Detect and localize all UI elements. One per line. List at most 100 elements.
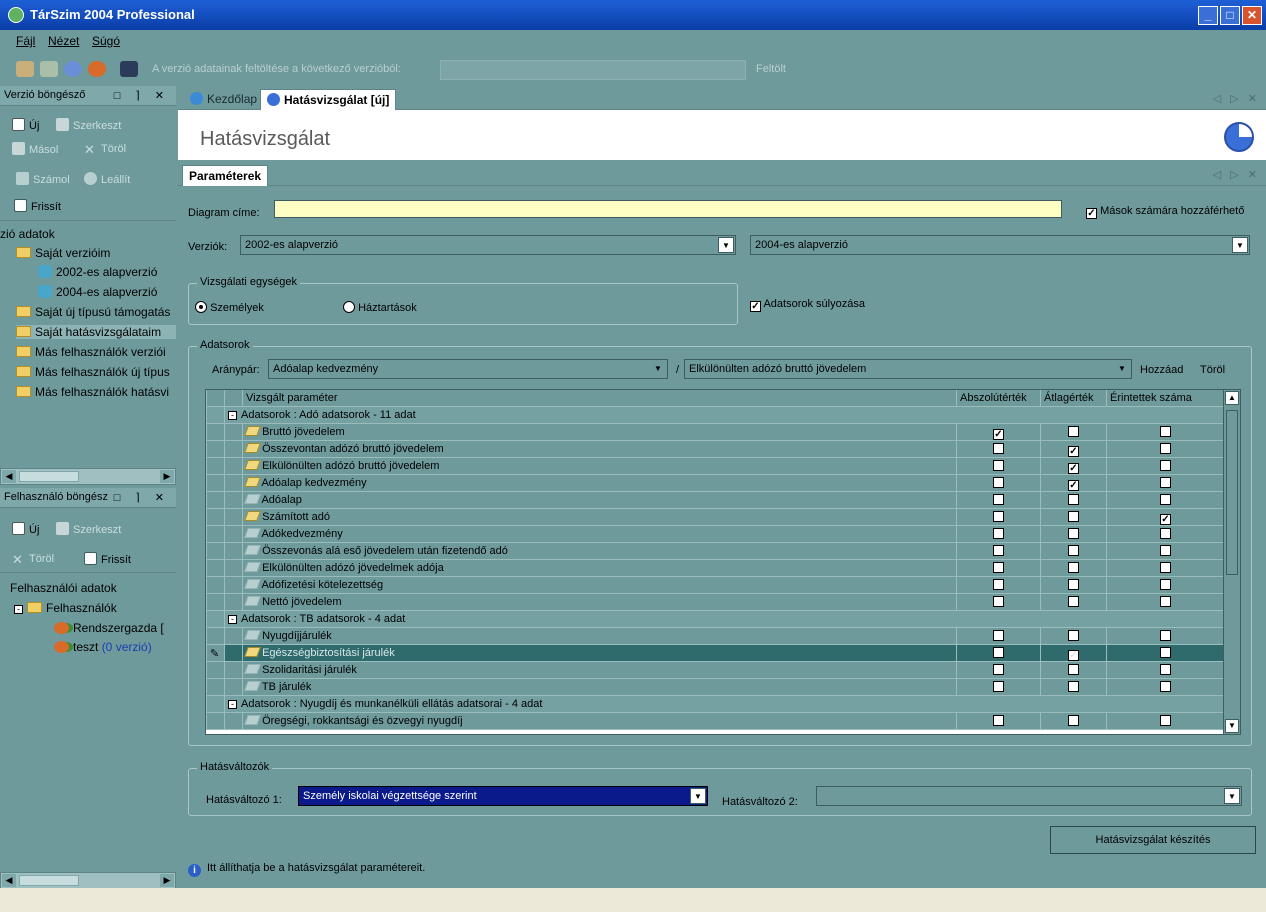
checkbox-icon[interactable]	[993, 443, 1004, 454]
version-delete-button[interactable]: ✕ Töröl	[84, 142, 126, 157]
versions-icon[interactable]	[16, 61, 34, 77]
checkbox-icon[interactable]	[993, 477, 1004, 488]
checkbox-icon[interactable]	[993, 647, 1004, 658]
checkbox-checked-icon[interactable]: ✓	[1086, 208, 1097, 219]
dropdown-arrow-icon[interactable]: ▼	[690, 788, 706, 804]
checkbox-icon[interactable]	[993, 494, 1004, 505]
table-row[interactable]: Bruttó jövedelem ✓	[206, 424, 1224, 441]
tree-item-2004[interactable]: 2004-es alapverzió	[38, 285, 157, 299]
scroll-right-icon[interactable]: ▶	[160, 874, 174, 887]
checkbox-icon[interactable]	[1160, 562, 1171, 573]
scroll-right-icon[interactable]: ▶	[160, 470, 174, 483]
group-row[interactable]: - Adatsorok : Nyugdíj és munkanélküli ell…	[206, 696, 1224, 713]
group-row[interactable]: - Adatsorok : Adó adatsorok - 11 adat	[206, 407, 1224, 424]
collapse-icon[interactable]: -	[228, 615, 237, 624]
version-new-button[interactable]: Új	[12, 118, 39, 132]
checkbox-checked-icon[interactable]: ✓	[1068, 463, 1079, 474]
dropdown-arrow-icon[interactable]: ▼	[1114, 361, 1130, 377]
menu-help[interactable]: Súgó	[92, 34, 120, 48]
subtab-nav-buttons[interactable]: ◁ ▷ ✕	[1213, 168, 1260, 181]
checkbox-icon[interactable]	[993, 681, 1004, 692]
checkbox-icon[interactable]	[1160, 477, 1171, 488]
minimize-button[interactable]: _	[1198, 6, 1218, 25]
checkbox-icon[interactable]	[1068, 579, 1079, 590]
tab-parameters[interactable]: Paraméterek	[182, 165, 269, 186]
tree-item-own-versions[interactable]: Saját verzióim	[16, 246, 110, 260]
version-refresh-button[interactable]: Frissít	[14, 199, 61, 213]
checkbox-icon[interactable]	[993, 715, 1004, 726]
diagram-title-input[interactable]	[274, 200, 1062, 218]
scroll-up-icon[interactable]: ▲	[1225, 391, 1239, 405]
dropdown-arrow-icon[interactable]: ▼	[718, 237, 734, 253]
document-icon[interactable]	[40, 61, 58, 77]
checkbox-icon[interactable]	[1160, 494, 1171, 505]
tree-item-teszt[interactable]: teszt (0 verzió)	[54, 640, 152, 654]
user-edit-button[interactable]: Szerkeszt	[56, 522, 121, 536]
version-tree-hscroll[interactable]: ◀ ▶	[0, 468, 176, 485]
version1-select[interactable]: 2002-es alapverzió ▼	[240, 235, 736, 255]
upload-button[interactable]: Feltölt	[756, 63, 786, 75]
collapse-icon[interactable]: -	[228, 411, 237, 420]
scroll-left-icon[interactable]: ◀	[2, 874, 16, 887]
tab-impact-analysis[interactable]: Hatásvizsgálat [új]	[260, 89, 397, 110]
checkbox-icon[interactable]	[1160, 426, 1171, 437]
effect1-select[interactable]: Személy iskolai végzettsége szerint ▼	[298, 786, 708, 806]
edit-pencil-icon[interactable]: ✎	[210, 648, 219, 660]
checkbox-icon[interactable]	[1068, 715, 1079, 726]
checkbox-checked-icon[interactable]: ✓	[1068, 480, 1079, 491]
calc-button[interactable]: Számol	[16, 172, 70, 186]
tree-item-others-impact[interactable]: Más felhasználók hatásvi	[16, 385, 169, 399]
tab-nav-buttons[interactable]: ◁ ▷ ✕	[1213, 92, 1260, 105]
radio-icon[interactable]	[343, 301, 355, 313]
checkbox-checked-icon[interactable]: ✓	[1068, 446, 1079, 457]
checkbox-icon[interactable]	[1160, 443, 1171, 454]
tree-item-others-versions[interactable]: Más felhasználók verziói	[16, 345, 166, 359]
menu-file[interactable]: Fájl	[16, 34, 35, 48]
make-analysis-button[interactable]: Hatásvizsgálat készítés	[1050, 826, 1256, 854]
user-refresh-button[interactable]: Frissít	[84, 552, 131, 566]
checkbox-icon[interactable]	[1068, 562, 1079, 573]
checkbox-icon[interactable]	[993, 545, 1004, 556]
grid-vscroll[interactable]: ▲ ▼	[1223, 390, 1240, 734]
scroll-down-icon[interactable]: ▼	[1225, 719, 1239, 733]
tree-item-own-support[interactable]: Saját új típusú támogatás	[16, 305, 170, 319]
tree-item-users[interactable]: - Felhasználók	[14, 601, 117, 615]
table-row[interactable]: Adófizetési kötelezettség	[206, 577, 1224, 594]
checkbox-icon[interactable]	[1068, 681, 1079, 692]
users-icon[interactable]	[88, 61, 106, 77]
table-row[interactable]: Adóalap	[206, 492, 1224, 509]
chart-icon[interactable]	[64, 61, 82, 77]
checkbox-icon[interactable]	[1068, 426, 1079, 437]
table-row[interactable]: ✎ Egészségbiztosítási járulék ✓	[206, 645, 1224, 662]
dropdown-arrow-icon[interactable]: ▼	[650, 361, 666, 377]
checkbox-icon[interactable]	[1160, 460, 1171, 471]
checkbox-checked-icon[interactable]: ✓	[1160, 514, 1171, 525]
table-row[interactable]: Szolidaritási járulék	[206, 662, 1224, 679]
ratio2-select[interactable]: Elkülönülten adózó bruttó jövedelem ▼	[684, 359, 1132, 379]
scroll-thumb[interactable]	[19, 471, 79, 482]
checkbox-icon[interactable]	[993, 596, 1004, 607]
table-row[interactable]: TB járulék	[206, 679, 1224, 696]
stop-button[interactable]: Leállít	[84, 172, 130, 186]
table-row[interactable]: Elkülönülten adózó bruttó jövedelem ✓	[206, 458, 1224, 475]
checkbox-icon[interactable]	[1160, 664, 1171, 675]
table-row[interactable]: Számított adó ✓	[206, 509, 1224, 526]
collapse-icon[interactable]: -	[228, 700, 237, 709]
table-row[interactable]: Öregségi, rokkantsági és özvegyi nyugdíj	[206, 713, 1224, 730]
checkbox-icon[interactable]	[1068, 664, 1079, 675]
checkbox-checked-icon[interactable]: ✓	[750, 301, 761, 312]
maximize-button[interactable]: □	[1220, 6, 1240, 25]
checkbox-icon[interactable]	[1160, 681, 1171, 692]
collapse-icon[interactable]: -	[14, 605, 23, 614]
table-row[interactable]: Összevonás alá eső jövedelem után fizete…	[206, 543, 1224, 560]
group-row[interactable]: - Adatsorok : TB adatsorok - 4 adat	[206, 611, 1224, 628]
panel-buttons[interactable]: □ ⌉ ✕	[114, 89, 170, 102]
households-radio[interactable]: Háztartások	[343, 301, 417, 314]
user-new-button[interactable]: Új	[12, 522, 39, 536]
weighting-checkbox[interactable]: ✓ Adatsorok súlyozása	[750, 298, 865, 312]
source-version-combo[interactable]	[440, 60, 746, 80]
checkbox-icon[interactable]	[993, 511, 1004, 522]
tree-item-others-new[interactable]: Más felhasználók új típus	[16, 365, 170, 379]
checkbox-icon[interactable]	[993, 562, 1004, 573]
version-edit-button[interactable]: Szerkeszt	[56, 118, 121, 132]
